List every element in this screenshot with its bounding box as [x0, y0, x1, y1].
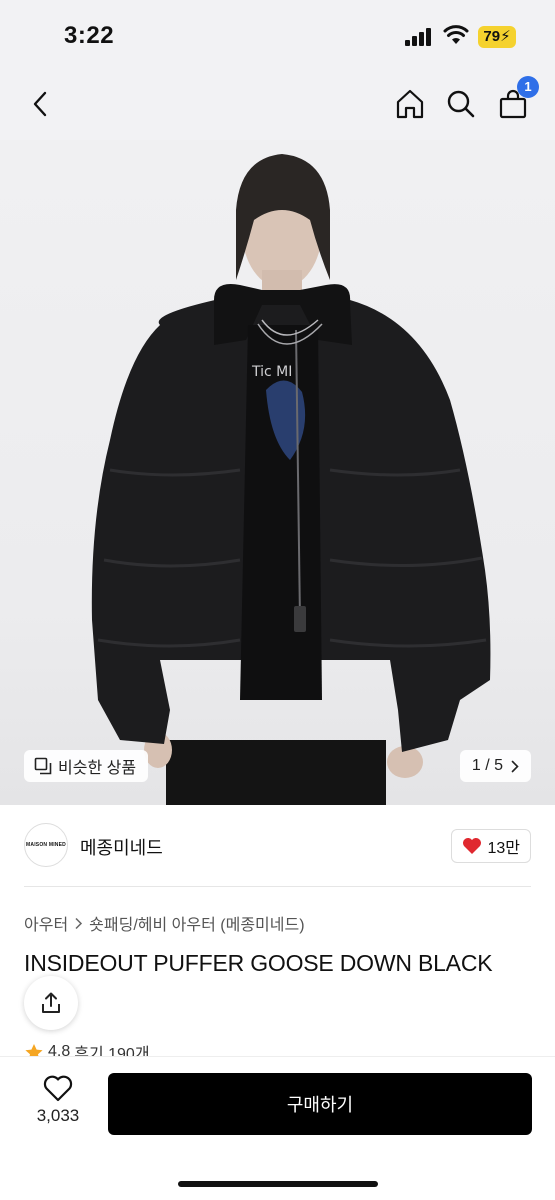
- share-icon: [42, 992, 60, 1013]
- breadcrumb: 아우터 숏패딩/헤비 아우터 (메종미네드): [24, 911, 305, 935]
- home-button[interactable]: [390, 84, 430, 124]
- top-nav: 1: [0, 70, 555, 140]
- brand-name[interactable]: 메종미네드: [80, 834, 163, 860]
- product-photo: Tic MI: [91, 154, 491, 805]
- brand-like-button[interactable]: 13만: [451, 829, 531, 863]
- home-indicator: [178, 1181, 378, 1187]
- cart-count-badge: 1: [517, 76, 539, 98]
- battery-indicator: 79⚡: [478, 26, 516, 48]
- search-icon: [447, 90, 475, 118]
- heart-outline-icon: [43, 1075, 73, 1102]
- image-page-indicator[interactable]: 1 / 5: [459, 750, 531, 782]
- similar-products-label: 비슷한 상품: [58, 760, 137, 777]
- chevron-left-icon: [33, 91, 47, 117]
- heart-filled-icon: [463, 838, 482, 854]
- similar-products-button[interactable]: 비슷한 상품: [24, 750, 149, 782]
- page-indicator-text: 1 / 5: [471, 757, 503, 774]
- search-button[interactable]: [441, 84, 481, 124]
- bottom-action-bar: 3,033 구매하기: [0, 1056, 555, 1200]
- status-bar: 3:22 79⚡: [0, 0, 555, 70]
- product-image-carousel[interactable]: Tic MI 비슷한 상품 1 / 5: [0, 140, 555, 805]
- brand-row[interactable]: MAISON MINED 메종미네드 13만: [0, 805, 555, 887]
- brand-like-count: 13만: [487, 840, 520, 857]
- share-button[interactable]: [24, 976, 78, 1030]
- chevron-right-icon: [511, 760, 519, 772]
- divider: [24, 886, 531, 887]
- chevron-right-icon: [75, 917, 83, 929]
- back-button[interactable]: [20, 84, 60, 124]
- svg-text:Tic MI: Tic MI: [251, 364, 292, 380]
- wishlist-count: 3,033: [36, 1106, 80, 1125]
- home-icon: [396, 89, 424, 119]
- brand-logo-text: MAISON MINED: [26, 842, 66, 848]
- charging-icon: ⚡: [500, 28, 511, 45]
- wifi-icon: [443, 24, 469, 46]
- battery-level: 79: [483, 28, 501, 45]
- product-title: INSIDEOUT PUFFER GOOSE DOWN BLACK: [24, 950, 493, 976]
- cart-button[interactable]: 1: [493, 76, 539, 124]
- brand-logo[interactable]: MAISON MINED: [24, 823, 68, 867]
- breadcrumb-parent[interactable]: 아우터: [24, 911, 68, 935]
- buy-button[interactable]: 구매하기: [108, 1073, 532, 1135]
- signal-icon: [405, 28, 435, 46]
- status-time: 3:22: [64, 22, 115, 49]
- copy-icon: [34, 757, 52, 775]
- breadcrumb-current[interactable]: 숏패딩/헤비 아우터 (메종미네드): [89, 911, 304, 935]
- wishlist-button[interactable]: 3,033: [30, 1075, 86, 1135]
